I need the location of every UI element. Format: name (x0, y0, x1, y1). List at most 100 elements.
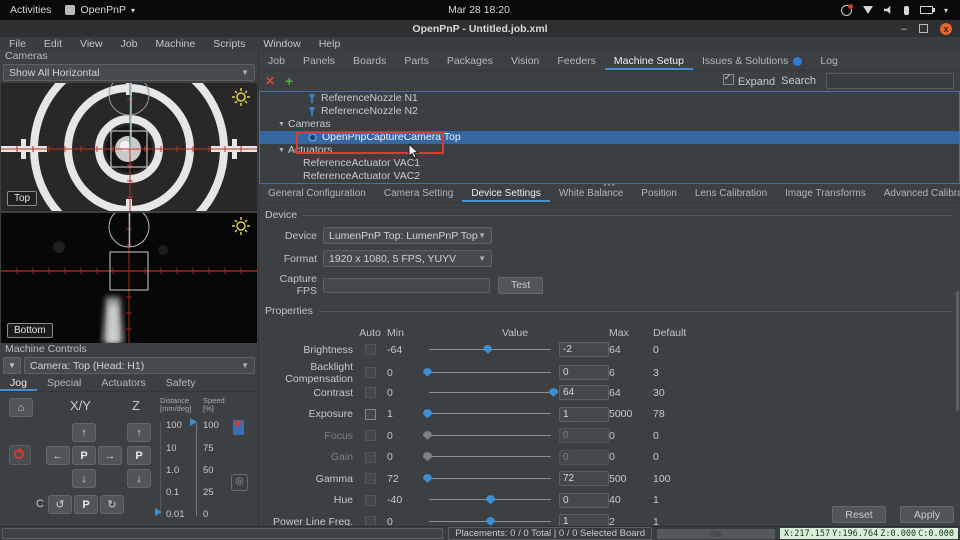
auto-checkbox[interactable] (365, 367, 376, 378)
slider-thumb[interactable] (423, 474, 432, 483)
park-c-button[interactable]: P (74, 495, 98, 514)
camera-settings-tab[interactable]: Device Settings (462, 187, 549, 202)
menu-item[interactable]: Job (112, 38, 147, 50)
property-value-input[interactable] (559, 428, 609, 443)
auto-checkbox[interactable] (365, 387, 376, 398)
jog-x-plus-button[interactable]: → (98, 446, 122, 465)
delete-button[interactable]: ✕ (265, 74, 275, 88)
property-slider[interactable] (427, 451, 553, 463)
tree-row[interactable]: ReferenceNozzle N1 (260, 92, 959, 105)
main-tab[interactable]: Machine Setup (605, 55, 693, 70)
minimize-button[interactable]: – (901, 24, 907, 34)
top-camera-view[interactable]: Top (1, 83, 257, 211)
slider-thumb[interactable] (423, 409, 432, 418)
app-menu-button[interactable]: OpenPnP ▾ (65, 4, 135, 16)
property-slider[interactable] (427, 430, 553, 442)
menu-item[interactable]: Scripts (204, 38, 254, 50)
main-tab[interactable]: Boards (344, 55, 395, 70)
main-tab[interactable]: Issues & Solutions (693, 55, 811, 70)
auto-checkbox[interactable] (365, 495, 376, 506)
slider-thumb[interactable] (549, 388, 558, 397)
camera-settings-tab[interactable]: Position (632, 187, 686, 202)
camera-view-select[interactable]: Show All Horizontal ▼ (3, 64, 255, 81)
auto-checkbox[interactable] (365, 409, 376, 420)
property-slider[interactable] (427, 494, 553, 506)
menu-item[interactable]: File (0, 38, 35, 50)
rotate-ccw-button[interactable]: ↺ (48, 495, 72, 514)
capture-fps-input[interactable] (323, 278, 490, 293)
park-z-button[interactable]: P (127, 446, 151, 465)
main-tab[interactable]: Vision (502, 55, 548, 70)
camera-position-icon[interactable]: ◎ (231, 474, 248, 491)
main-tab[interactable]: Parts (395, 55, 438, 70)
expander-icon[interactable]: ▼ (278, 118, 288, 131)
jog-y-plus-button[interactable]: ↑ (72, 423, 96, 442)
slider-thumb[interactable] (486, 495, 495, 504)
activities-button[interactable]: Activities (10, 4, 51, 16)
tree-row[interactable]: ReferenceNozzle N2 (260, 105, 959, 118)
system-menu-chevron-icon[interactable]: ▾ (944, 6, 948, 15)
vertical-scrollbar[interactable] (956, 291, 959, 411)
volume-icon[interactable] (884, 6, 893, 14)
machine-controls-tab[interactable]: Safety (156, 376, 206, 391)
auto-checkbox[interactable] (365, 430, 376, 441)
property-slider[interactable] (427, 367, 553, 379)
slider-thumb[interactable] (486, 517, 495, 526)
title-bar[interactable]: OpenPnP - Untitled.job.xml – x (0, 20, 960, 38)
test-button[interactable]: Test (498, 277, 543, 294)
property-value-input[interactable] (559, 493, 609, 508)
slider-thumb[interactable] (423, 452, 432, 461)
tree-row[interactable]: OpenPnpCaptureCamera Top (260, 131, 959, 144)
main-tab[interactable]: Feeders (548, 55, 605, 70)
clock[interactable]: Mar 28 18:20 (340, 4, 618, 16)
menu-item[interactable]: Window (254, 38, 309, 50)
notification-icon[interactable] (841, 5, 852, 16)
auto-checkbox[interactable] (365, 452, 376, 463)
property-slider[interactable] (427, 387, 553, 399)
menu-item[interactable]: Machine (147, 38, 205, 50)
property-value-input[interactable] (559, 471, 609, 486)
close-button[interactable]: x (940, 23, 952, 35)
tree-row[interactable]: ▼ Actuators (260, 144, 959, 157)
format-select[interactable]: 1920 x 1080, 5 FPS, YUYV ▼ (323, 250, 492, 267)
distance-slider-thumb[interactable] (155, 508, 162, 516)
search-input[interactable] (826, 73, 954, 89)
slider-thumb[interactable] (423, 368, 432, 377)
device-select[interactable]: LumenPnP Top: LumenPnP Top ▼ (323, 227, 492, 244)
machine-controls-tab[interactable]: Actuators (91, 376, 155, 391)
property-slider[interactable] (427, 408, 553, 420)
main-tab[interactable]: Panels (294, 55, 344, 70)
power-button[interactable] (9, 445, 31, 465)
speed-slider-track[interactable] (196, 422, 197, 516)
camera-settings-tab[interactable]: General Configuration (259, 187, 375, 202)
expander-icon[interactable]: ▼ (278, 144, 288, 157)
menu-item[interactable]: Help (310, 38, 350, 50)
property-value-input[interactable] (559, 385, 609, 400)
tree-row[interactable]: ▼ Cameras (260, 118, 959, 131)
jog-y-minus-button[interactable]: ↓ (72, 469, 96, 488)
reset-button[interactable]: Reset (832, 506, 886, 523)
head-selector-button[interactable]: ▼ (3, 357, 21, 374)
jog-x-minus-button[interactable]: ← (46, 446, 70, 465)
camera-settings-tab[interactable]: Image Transforms (776, 187, 875, 202)
nozzle-tool-icon[interactable] (233, 420, 244, 435)
rotate-cw-button[interactable]: ↻ (100, 495, 124, 514)
tree-row[interactable]: ReferenceActuator VAC1 (260, 157, 959, 170)
bottom-camera-view[interactable]: Bottom (1, 213, 257, 343)
property-slider[interactable] (427, 473, 553, 485)
add-button[interactable]: + (285, 73, 293, 89)
park-xy-button[interactable]: P (72, 446, 96, 465)
auto-checkbox[interactable] (365, 473, 376, 484)
camera-settings-tab[interactable]: Lens Calibration (686, 187, 776, 202)
distance-slider-track[interactable] (160, 422, 161, 516)
tool-select[interactable]: Camera: Top (Head: H1) ▼ (24, 357, 255, 374)
camera-settings-tab[interactable]: Advanced Calibration (875, 187, 960, 202)
wifi-icon[interactable] (863, 6, 873, 14)
main-tab[interactable]: Log (811, 55, 847, 70)
camera-settings-tab[interactable]: White Balance (550, 187, 632, 202)
menu-item[interactable]: Edit (35, 38, 71, 50)
jog-z-minus-button[interactable]: ↓ (127, 469, 151, 488)
camera-settings-tab[interactable]: Camera Setting (375, 187, 462, 202)
speed-slider-thumb[interactable] (190, 418, 197, 426)
main-tab[interactable]: Job (259, 55, 294, 70)
